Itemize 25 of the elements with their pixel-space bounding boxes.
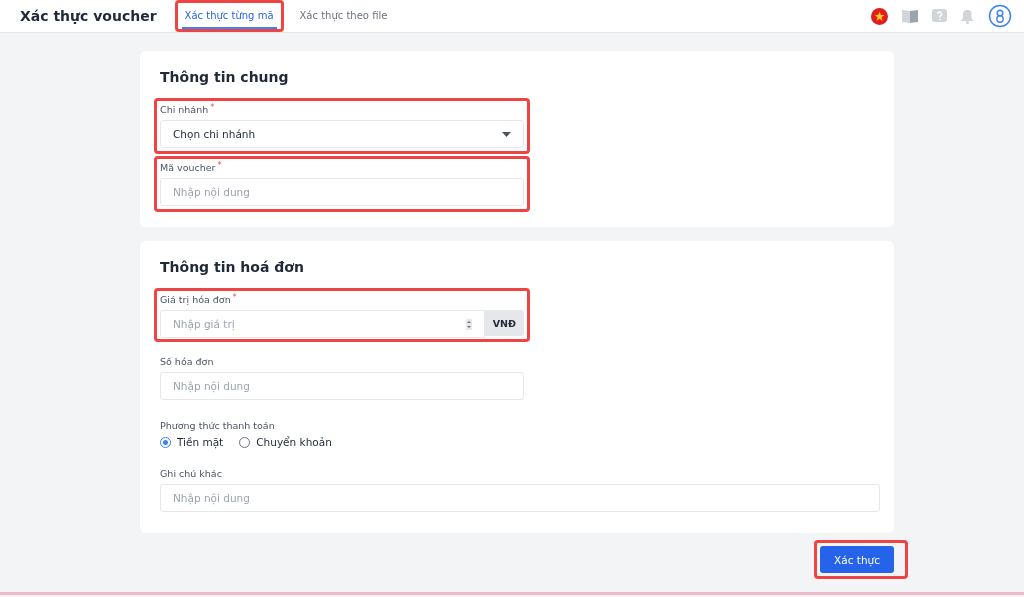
flag-icon[interactable] bbox=[871, 7, 888, 25]
branch-select[interactable]: Chọn chi nhánh bbox=[160, 120, 524, 148]
user-avatar-icon[interactable] bbox=[988, 4, 1012, 28]
page-title: Xác thực voucher bbox=[20, 8, 157, 24]
required-mark: * bbox=[217, 162, 222, 170]
field-label: Phương thức thanh toán bbox=[160, 420, 275, 431]
radio-label[interactable]: Chuyển khoản bbox=[256, 436, 332, 448]
field-label: Số hóa đơn bbox=[160, 356, 214, 367]
section-title: Thông tin chung bbox=[160, 69, 290, 85]
radio-label[interactable]: Tiền mặt bbox=[177, 436, 224, 448]
spinner-icon[interactable] bbox=[465, 318, 472, 330]
book-icon[interactable] bbox=[902, 9, 918, 23]
required-mark: * bbox=[210, 104, 215, 112]
field-label: Mã voucher bbox=[160, 162, 216, 173]
tab[interactable]: Xác thực theo file bbox=[296, 3, 391, 29]
tab[interactable]: Xác thực từng mã bbox=[181, 3, 277, 29]
verify-button[interactable]: Xác thực bbox=[820, 546, 894, 573]
input-field[interactable]: Nhập giá trị bbox=[160, 310, 485, 338]
unit-label: VNĐ bbox=[484, 310, 524, 336]
caret-icon bbox=[502, 131, 511, 137]
section-title: Thông tin hoá đơn bbox=[160, 259, 305, 275]
field-label: Chi nhánh bbox=[160, 104, 209, 115]
field-label: Giá trị hóa đơn bbox=[160, 294, 231, 305]
field-label: Ghi chú khác bbox=[160, 468, 222, 479]
required-mark: * bbox=[232, 294, 237, 302]
